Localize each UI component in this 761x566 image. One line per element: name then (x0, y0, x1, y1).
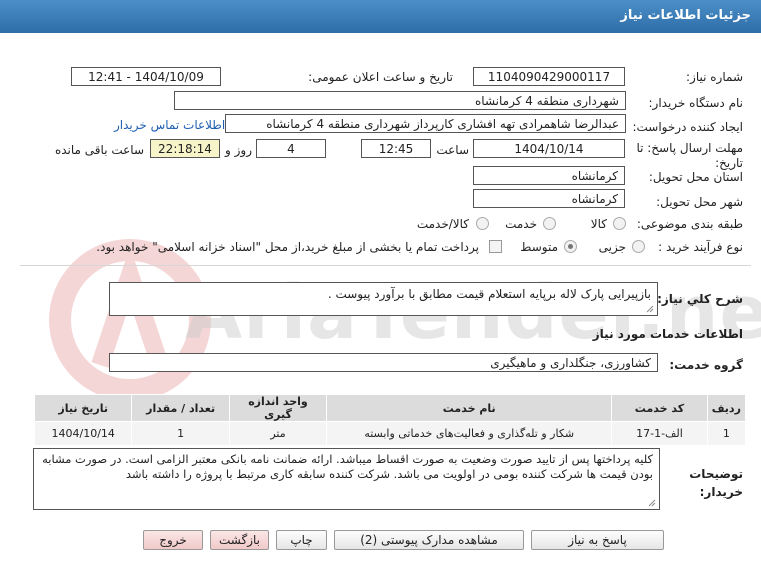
purchase-radio-minor[interactable] (632, 240, 645, 253)
resize-handle-icon[interactable] (648, 499, 656, 507)
resize-handle-icon[interactable] (646, 305, 654, 313)
services-table: ردیف کد خدمت نام خدمت واحد اندازه گیری ت… (33, 394, 747, 446)
exit-button[interactable]: خروج (143, 530, 203, 550)
deadline-time-label: ساعت (436, 143, 469, 157)
description-label: شرح کلي نياز: (657, 292, 743, 306)
deadline-date-field: 1404/10/14 (473, 139, 625, 158)
table-row: 1 الف-1-17 شکار و تله‌گذاری و فعالیت‌های… (33, 421, 747, 446)
print-button[interactable]: چاپ (276, 530, 327, 550)
service-group-field: کشاورزی، جنگلداری و ماهیگیری (109, 353, 658, 372)
column-header: نام خدمت (326, 394, 613, 422)
treasury-checkbox[interactable] (489, 240, 502, 253)
category-radio-service[interactable] (543, 217, 556, 230)
column-header: تاریخ نیاز (33, 394, 133, 422)
treasury-text: پرداخت تمام یا بخشی از مبلغ خرید،از محل … (96, 240, 479, 254)
need-number-label: شماره نیاز: (686, 70, 743, 84)
days-label: روز و (225, 143, 252, 157)
buyer-notes-text: کلیه پرداختها پس از تایید صورت وضعیت به … (42, 452, 653, 481)
buyer-org-label: نام دستگاه خریدار: (648, 96, 744, 110)
buyer-notes-label: توضیحات خریدار: (689, 467, 743, 499)
page-title: جزئیات اطلاعات نیاز (620, 8, 751, 23)
column-header: ردیف (706, 394, 747, 422)
divider (20, 265, 751, 266)
contact-buyer-link[interactable]: اطلاعات تماس خریدار (114, 118, 225, 132)
description-field: بازپیرایی پارک لاله برپایه استعلام قیمت … (109, 282, 658, 316)
purchase-type-label: نوع فرآیند خرید : (658, 240, 743, 254)
reply-button[interactable]: پاسخ به نیاز (531, 530, 664, 550)
category-option-goods: کالا (590, 217, 607, 231)
table-cell: الف-1-17 (611, 421, 708, 446)
table-cell: 1 (706, 421, 747, 446)
service-group-label: گروه خدمت: (669, 358, 743, 372)
description-text: بازپیرایی پارک لاله برپایه استعلام قیمت … (327, 287, 651, 301)
deadline-label: مهلت ارسال پاسخ: تا تاریخ: (636, 141, 743, 170)
category-radio-goods-service[interactable] (476, 217, 489, 230)
days-remaining-field: 4 (256, 139, 326, 158)
table-header-row: ردیف کد خدمت نام خدمت واحد اندازه گیری ت… (33, 394, 747, 422)
table-cell: شکار و تله‌گذاری و فعالیت‌های خدماتی واب… (326, 421, 613, 446)
creator-field: عبدالرضا شاهمرادی تهه افشاری کارپرداز شه… (225, 114, 626, 133)
table-cell: 1404/10/14 (33, 421, 133, 446)
purchase-option-medium: متوسط (520, 240, 558, 254)
deadline-time-field: 12:45 (361, 139, 431, 158)
purchase-option-minor: جزیی (598, 240, 626, 254)
category-option-service: خدمت (505, 217, 537, 231)
announce-date-field: 1404/10/09 - 12:41 (71, 67, 221, 86)
column-header: تعداد / مقدار (131, 394, 230, 422)
services-section-title: اطلاعات خدمات مورد نياز (592, 327, 743, 341)
province-label: استان محل تحویل: (648, 170, 743, 184)
category-option-goods-service: کالا/خدمت (416, 217, 469, 231)
buyer-org-field: شهرداری منطقه 4 کرمانشاه (174, 91, 626, 110)
buyer-notes-field: کلیه پرداختها پس از تایید صورت وضعیت به … (33, 448, 660, 510)
category-radio-goods[interactable] (613, 217, 626, 230)
column-header: واحد اندازه گیری (228, 394, 328, 422)
need-number-field: 1104090429000117 (473, 67, 625, 86)
remaining-time-label: ساعت باقی مانده (54, 143, 144, 157)
column-header: کد خدمت (611, 394, 708, 422)
province-field: کرمانشاه (473, 166, 625, 185)
purchase-radio-medium[interactable] (564, 240, 577, 253)
table-cell: 1 (131, 421, 230, 446)
view-attachments-button[interactable]: مشاهده مدارک پیوستی (2) (334, 530, 524, 550)
category-label: طبقه بندی موضوعی: (636, 217, 743, 231)
city-field: کرمانشاه (473, 189, 625, 208)
page-title-bar: جزئیات اطلاعات نیاز (0, 0, 761, 33)
back-button[interactable]: بازگشت (210, 530, 269, 550)
creator-label: ایجاد کننده درخواست: (632, 120, 743, 134)
announce-label: تاریخ و ساعت اعلان عمومی: (308, 70, 453, 84)
city-label: شهر محل تحویل: (656, 195, 743, 209)
table-cell: متر (228, 421, 328, 446)
remaining-time-field: 22:18:14 (150, 139, 220, 158)
